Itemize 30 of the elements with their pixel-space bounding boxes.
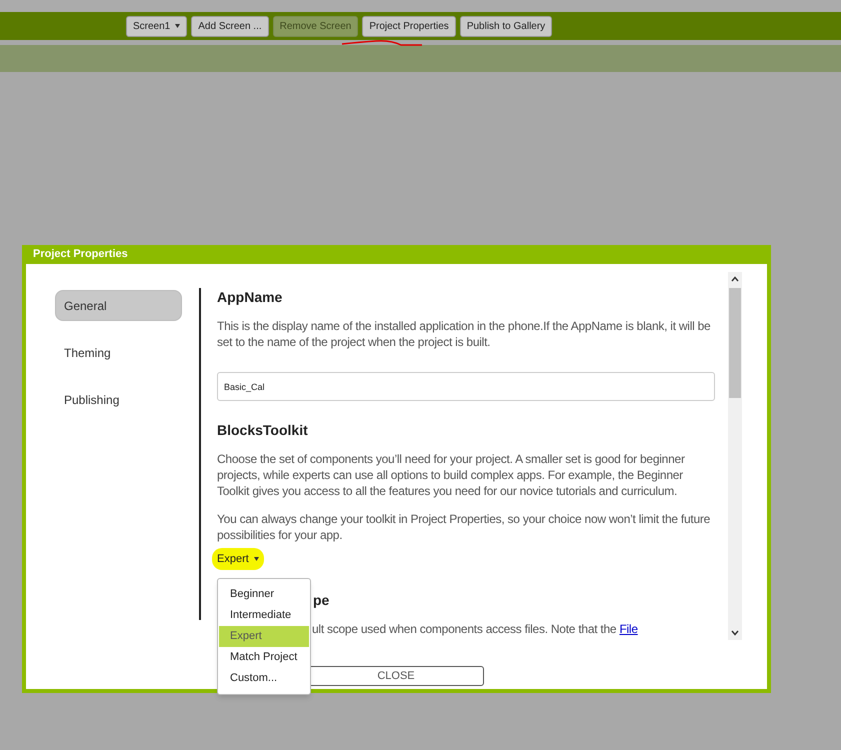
toolbar-button[interactable]: Publish to Gallery bbox=[460, 16, 552, 36]
description-text: This is the display name of the installed application in the phone.If the AppName is blank, it will be set to the name of the project when the project is built. bbox=[217, 318, 712, 350]
description-text: Choose the set of components you’ll need for your project. A smaller set is good for beginner projects, while experts can use all options to build complex apps. For example, the Beginner Toolkit gives you access to all the features you need for our novice tutorials and curriculum. bbox=[217, 451, 686, 499]
caret-icon bbox=[175, 24, 180, 28]
menu-item[interactable]: Beginner bbox=[219, 584, 309, 605]
menu-item[interactable]: Custom... bbox=[219, 668, 309, 689]
description-text: You can always change your toolkit in Project Properties, so your choice now won’t limit the future possibilities for your app. bbox=[217, 511, 712, 543]
section-heading: BlocksToolkit bbox=[217, 421, 308, 439]
sidebar-tab[interactable]: Publishing bbox=[55, 384, 182, 415]
menu-item[interactable]: Intermediate bbox=[219, 605, 309, 626]
section-heading: pe bbox=[313, 591, 330, 609]
toolkit-dropdown[interactable]: Expert bbox=[212, 548, 264, 570]
menu-item[interactable]: Expert bbox=[219, 626, 309, 647]
scroll-up-icon[interactable] bbox=[731, 276, 739, 282]
sidebar-tab[interactable]: General bbox=[55, 290, 182, 321]
appname-field[interactable]: Basic_Cal bbox=[217, 372, 715, 401]
section-heading: AppName bbox=[217, 288, 282, 306]
toolbar-button[interactable]: Add Screen ... bbox=[191, 16, 269, 36]
description-text: ult scope used when components access files. Note that the File bbox=[312, 621, 638, 637]
caret-icon bbox=[254, 557, 259, 561]
sidebar-tab[interactable]: Theming bbox=[55, 337, 182, 368]
menu-item[interactable]: Match Project bbox=[219, 647, 309, 668]
scrollbar-thumb[interactable] bbox=[729, 288, 741, 398]
file-link[interactable]: File bbox=[619, 622, 638, 636]
close-button[interactable]: CLOSE bbox=[308, 666, 484, 686]
scroll-down-icon[interactable] bbox=[731, 630, 739, 636]
dialog-title: Project Properties bbox=[32, 247, 129, 262]
toolbar-button[interactable]: Project Properties bbox=[362, 16, 456, 36]
scrollbar[interactable] bbox=[728, 272, 742, 640]
screen-dropdown[interactable]: Screen1 bbox=[126, 16, 188, 36]
